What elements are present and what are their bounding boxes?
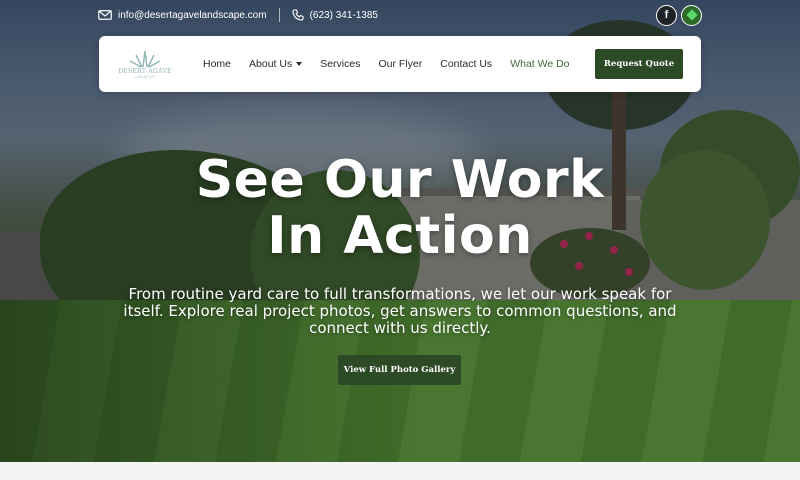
google-business-glyph (685, 9, 698, 21)
contact-divider (278, 8, 280, 22)
logo-subtitle: LANDSCAPE (134, 74, 156, 79)
phone-icon (292, 9, 304, 21)
nav-what-we-do[interactable]: What We Do (510, 58, 569, 70)
facebook-glyph: f (664, 9, 669, 21)
top-contact-bar: info@desertagavelandscape.com (623) 341-… (98, 4, 702, 26)
hero-headline-line1: See Our Work (195, 150, 605, 210)
view-gallery-button[interactable]: View Full Photo Gallery (338, 355, 461, 385)
envelope-icon (98, 10, 112, 20)
nav-about-us-label: About Us (249, 58, 293, 70)
agave-logo-icon (129, 50, 161, 68)
social-links: f (656, 4, 702, 26)
hero-headline-line2: In Action (267, 206, 533, 266)
phone-contact[interactable]: (623) 341-1385 (292, 9, 378, 21)
main-navbar: DESERT AGAVE LANDSCAPE Home About Us Ser… (99, 36, 701, 92)
email-contact[interactable]: info@desertagavelandscape.com (98, 10, 267, 21)
nav-our-flyer[interactable]: Our Flyer (378, 58, 422, 70)
nav-menu: Home About Us Services Our Flyer Contact… (203, 58, 570, 70)
nav-contact-us[interactable]: Contact Us (440, 58, 492, 70)
page-bottom-strip (0, 462, 800, 480)
google-business-icon[interactable] (681, 4, 702, 26)
request-quote-button[interactable]: Request Quote (595, 49, 683, 79)
nav-home[interactable]: Home (203, 58, 231, 70)
email-link[interactable]: info@desertagavelandscape.com (118, 10, 267, 21)
facebook-icon[interactable]: f (656, 4, 677, 26)
logo-title: DESERT AGAVE (118, 67, 172, 75)
nav-about-us[interactable]: About Us (249, 58, 303, 70)
phone-link[interactable]: (623) 341-1385 (310, 10, 378, 21)
hero-subtext: From routine yard care to full transform… (123, 285, 677, 337)
hero-headline: See Our Work In Action (0, 152, 800, 264)
site-logo[interactable]: DESERT AGAVE LANDSCAPE (117, 44, 173, 84)
nav-services[interactable]: Services (320, 58, 360, 70)
chevron-down-icon (296, 62, 303, 67)
